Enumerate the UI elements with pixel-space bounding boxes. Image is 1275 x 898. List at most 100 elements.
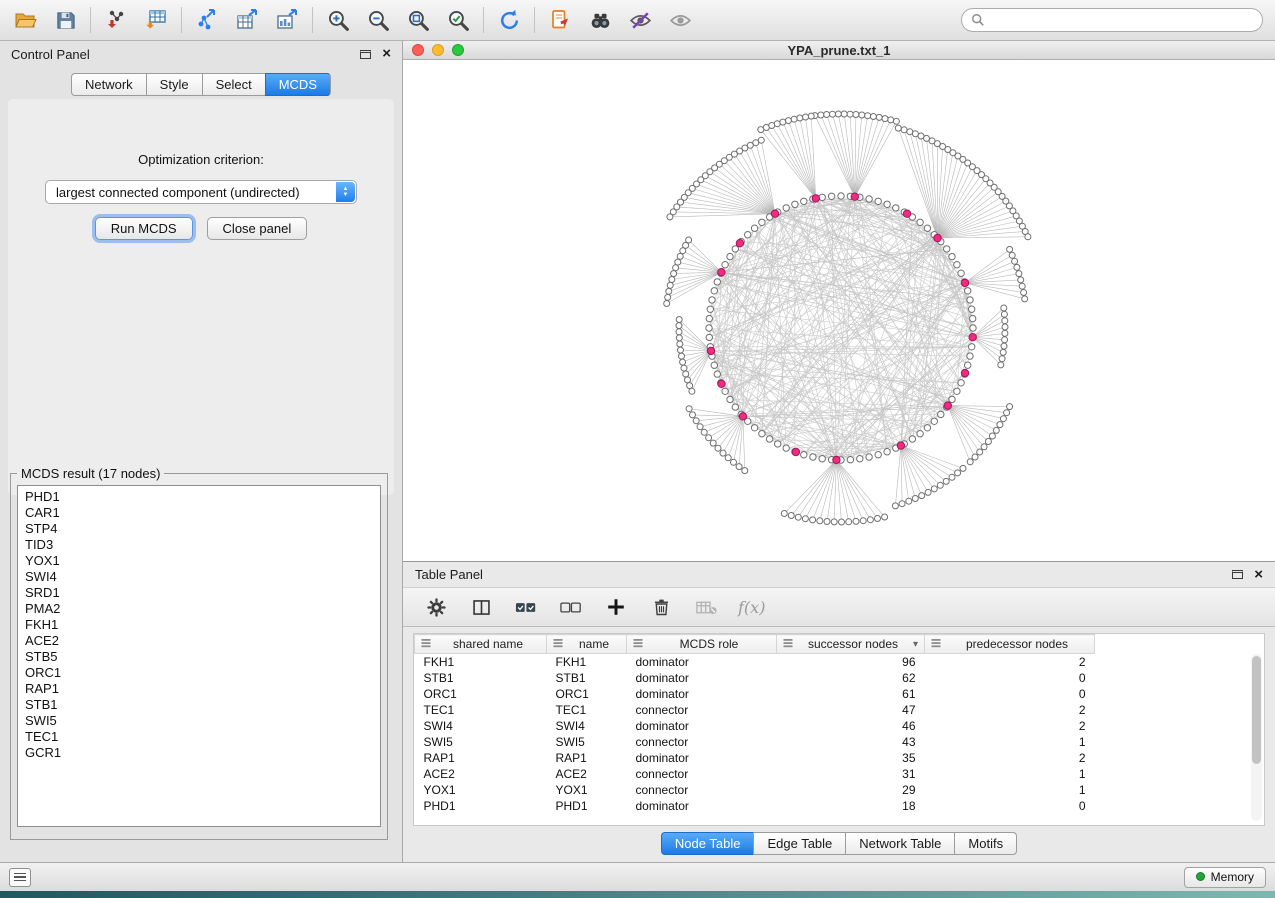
zoom-fit-icon[interactable]: [405, 7, 431, 33]
network-leaf-node[interactable]: [824, 519, 830, 525]
network-leaf-node[interactable]: [666, 288, 672, 294]
network-leaf-node[interactable]: [985, 439, 991, 445]
network-leaf-node[interactable]: [860, 518, 866, 524]
network-leaf-node[interactable]: [731, 459, 737, 465]
network-leaf-node[interactable]: [875, 516, 881, 522]
network-hub-node[interactable]: [707, 347, 714, 354]
network-leaf-node[interactable]: [710, 440, 716, 446]
network-leaf-node[interactable]: [1002, 318, 1008, 324]
network-node[interactable]: [931, 418, 937, 424]
result-list-item[interactable]: ORC1: [25, 665, 373, 681]
network-node[interactable]: [711, 288, 717, 294]
table-cell[interactable]: 62: [777, 670, 925, 686]
network-leaf-node[interactable]: [680, 359, 686, 365]
network-leaf-node[interactable]: [870, 114, 876, 120]
network-leaf-node[interactable]: [697, 424, 703, 430]
network-node[interactable]: [970, 315, 976, 321]
network-leaf-node[interactable]: [1022, 296, 1028, 302]
table-cell[interactable]: dominator: [627, 798, 777, 814]
table-row[interactable]: SWI5SWI5connector431: [415, 734, 1095, 750]
network-node[interactable]: [792, 201, 798, 207]
network-leaf-node[interactable]: [1004, 410, 1010, 416]
network-leaf-node[interactable]: [681, 365, 687, 371]
table-cell[interactable]: 35: [777, 750, 925, 766]
network-node[interactable]: [857, 456, 863, 462]
table-scrollbar[interactable]: [1251, 654, 1262, 821]
network-leaf-node[interactable]: [1018, 277, 1024, 283]
network-node[interactable]: [775, 441, 781, 447]
network-leaf-node[interactable]: [1021, 290, 1027, 296]
network-node[interactable]: [924, 225, 930, 231]
network-node[interactable]: [714, 371, 720, 377]
table-cell[interactable]: dominator: [627, 670, 777, 686]
table-cell[interactable]: STB1: [547, 670, 627, 686]
network-leaf-node[interactable]: [679, 353, 685, 359]
export-network-icon[interactable]: [194, 7, 220, 33]
network-leaf-node[interactable]: [803, 114, 809, 120]
panel-menu-icon[interactable]: [9, 868, 31, 887]
network-node[interactable]: [732, 404, 738, 410]
network-leaf-node[interactable]: [781, 511, 787, 517]
network-leaf-node[interactable]: [949, 474, 955, 480]
import-network-file-icon[interactable]: [103, 7, 129, 33]
network-node[interactable]: [875, 452, 881, 458]
network-node[interactable]: [944, 246, 950, 252]
table-cell[interactable]: RAP1: [547, 750, 627, 766]
network-node[interactable]: [745, 232, 751, 238]
network-node[interactable]: [965, 288, 971, 294]
network-node[interactable]: [884, 201, 890, 207]
network-hub-node[interactable]: [792, 448, 799, 455]
result-list-item[interactable]: RAP1: [25, 681, 373, 697]
network-leaf-node[interactable]: [888, 117, 894, 123]
network-node[interactable]: [958, 270, 964, 276]
network-leaf-node[interactable]: [676, 335, 682, 341]
table-cell[interactable]: connector: [627, 702, 777, 718]
network-leaf-node[interactable]: [1019, 283, 1025, 289]
network-node[interactable]: [924, 425, 930, 431]
network-leaf-node[interactable]: [701, 429, 707, 435]
search-box[interactable]: [961, 8, 1263, 32]
result-list-item[interactable]: GCR1: [25, 745, 373, 761]
close-panel-icon[interactable]: ×: [382, 49, 391, 59]
table-cell[interactable]: dominator: [627, 750, 777, 766]
result-list-item[interactable]: YOX1: [25, 553, 373, 569]
network-node[interactable]: [938, 411, 944, 417]
export-image-icon[interactable]: [274, 7, 300, 33]
network-node[interactable]: [967, 297, 973, 303]
table-cell[interactable]: dominator: [627, 654, 777, 670]
network-leaf-node[interactable]: [780, 119, 786, 125]
network-leaf-node[interactable]: [797, 115, 803, 121]
network-node[interactable]: [707, 306, 713, 312]
network-leaf-node[interactable]: [671, 271, 677, 277]
network-node[interactable]: [884, 449, 890, 455]
result-list-item[interactable]: STB1: [25, 697, 373, 713]
table-cell[interactable]: 1: [925, 766, 1095, 782]
network-leaf-node[interactable]: [841, 111, 847, 117]
network-leaf-node[interactable]: [999, 356, 1005, 362]
network-leaf-node[interactable]: [1001, 343, 1007, 349]
deselect-all-icon[interactable]: [558, 594, 584, 620]
table-row[interactable]: RAP1RAP1dominator352: [415, 750, 1095, 766]
network-leaf-node[interactable]: [972, 454, 978, 460]
network-hub-node[interactable]: [851, 193, 858, 200]
network-leaf-node[interactable]: [846, 519, 852, 525]
result-list-item[interactable]: STP4: [25, 521, 373, 537]
float-panel-icon[interactable]: [360, 50, 371, 59]
network-leaf-node[interactable]: [931, 486, 937, 492]
table-cell[interactable]: FKH1: [547, 654, 627, 670]
table-cell[interactable]: 47: [777, 702, 925, 718]
network-node[interactable]: [759, 219, 765, 225]
search-input[interactable]: [991, 12, 1253, 28]
network-node[interactable]: [866, 454, 872, 460]
network-hub-node[interactable]: [771, 210, 778, 217]
table-cell[interactable]: SWI5: [415, 734, 547, 750]
table-cell[interactable]: PHD1: [415, 798, 547, 814]
network-leaf-node[interactable]: [817, 518, 823, 524]
table-cell[interactable]: 43: [777, 734, 925, 750]
table-cell[interactable]: 2: [925, 750, 1095, 766]
network-leaf-node[interactable]: [912, 496, 918, 502]
network-leaf-node[interactable]: [685, 377, 691, 383]
network-node[interactable]: [909, 436, 915, 442]
network-node[interactable]: [949, 253, 955, 259]
network-leaf-node[interactable]: [818, 112, 824, 118]
